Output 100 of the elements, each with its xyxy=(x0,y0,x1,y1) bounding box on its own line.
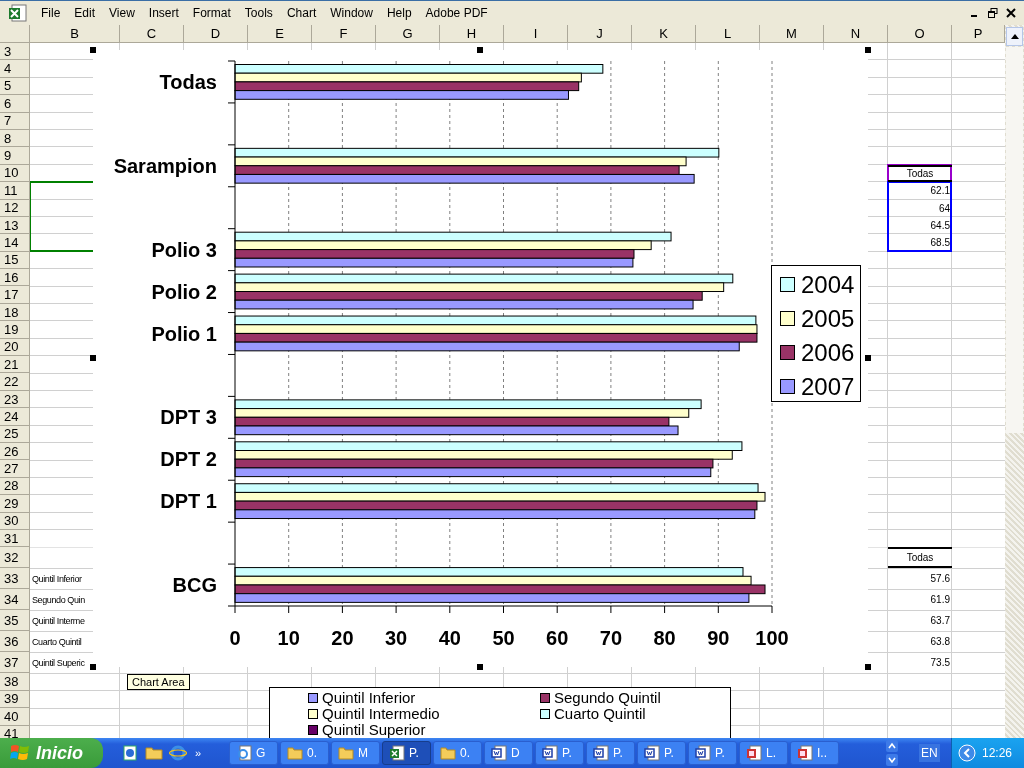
folder-icon[interactable] xyxy=(145,744,163,762)
column-header[interactable]: G xyxy=(376,25,440,43)
row-header[interactable]: 24 xyxy=(0,408,30,426)
row-header[interactable]: 14 xyxy=(0,234,30,252)
row-header[interactable]: 22 xyxy=(0,373,30,391)
scroll-down-icon[interactable] xyxy=(886,754,898,766)
row-header[interactable]: 29 xyxy=(0,495,30,513)
chevron-left-icon[interactable] xyxy=(958,744,976,762)
browser-icon[interactable] xyxy=(169,744,187,762)
spreadsheet-icon[interactable] xyxy=(8,3,28,23)
selection-handle[interactable] xyxy=(477,47,483,53)
row-header[interactable]: 32 xyxy=(0,547,30,569)
column-header[interactable]: I xyxy=(504,25,568,43)
tick-label: 20 xyxy=(331,627,354,649)
document-icon xyxy=(593,745,609,761)
taskbar-button[interactable]: L. xyxy=(739,741,788,765)
category-label: DPT 2 xyxy=(160,448,217,471)
row-header[interactable]: 19 xyxy=(0,321,30,339)
row-header[interactable]: 6 xyxy=(0,95,30,113)
menu-item[interactable]: Format xyxy=(185,4,238,22)
row-header[interactable]: 37 xyxy=(0,652,30,674)
menu-item[interactable]: Edit xyxy=(67,4,103,22)
tick-label: 40 xyxy=(438,627,461,649)
chart-background[interactable]: Todas Sarampion Polio 3 Polio 2 Polio 1 DPT 3 DPT 2 DPT 1 BCG 0 10 20 30 40 50 60 70 80 90 100 2004 2005 2006 2007 xyxy=(93,50,868,667)
category-label: Polio 3 xyxy=(151,238,217,261)
row-header[interactable]: 11 xyxy=(0,182,30,200)
selection-handle[interactable] xyxy=(90,664,96,670)
selection-handle[interactable] xyxy=(865,355,871,361)
column-header[interactable]: D xyxy=(184,25,248,43)
category-label: Polio 1 xyxy=(151,322,217,345)
scroll-up-icon[interactable] xyxy=(886,740,898,752)
taskbar-button[interactable]: D xyxy=(484,741,533,765)
up-arrow-icon[interactable] xyxy=(1010,34,1019,39)
row-header[interactable]: 38 xyxy=(0,673,30,691)
legend-box[interactable] xyxy=(771,265,861,402)
row-header[interactable]: 16 xyxy=(0,269,30,287)
taskbar-button[interactable]: P. xyxy=(382,741,431,765)
category-label: DPT 3 xyxy=(160,406,217,429)
menu-item[interactable]: View xyxy=(102,4,142,22)
column-header[interactable]: K xyxy=(632,25,696,43)
column-header[interactable]: O xyxy=(888,25,952,43)
row-header[interactable]: 9 xyxy=(0,147,30,165)
tick-label: 80 xyxy=(653,627,676,649)
taskbar-button[interactable]: P. xyxy=(688,741,737,765)
column-header[interactable]: H xyxy=(440,25,504,43)
column-header[interactable]: E xyxy=(248,25,312,43)
menu-item[interactable]: Help xyxy=(379,4,419,22)
category-label: BCG xyxy=(172,574,217,597)
category-label: Polio 2 xyxy=(151,280,217,303)
scrollbar[interactable] xyxy=(1005,25,1024,738)
restore-icon[interactable] xyxy=(988,8,998,18)
row-header[interactable]: 34 xyxy=(0,589,30,611)
taskbar-button[interactable]: 0. xyxy=(433,741,482,765)
row-header[interactable]: 4 xyxy=(0,60,30,78)
row-header[interactable]: 33 xyxy=(0,568,30,590)
selection-handle[interactable] xyxy=(865,47,871,53)
menu-item[interactable]: Tools xyxy=(237,4,280,22)
selection-handle[interactable] xyxy=(477,664,483,670)
column-header[interactable]: B xyxy=(30,25,120,43)
row-header[interactable]: 27 xyxy=(0,460,30,478)
row-header[interactable]: 21 xyxy=(0,356,30,374)
menu-item[interactable]: Insert xyxy=(141,4,186,22)
row-header[interactable]: 35 xyxy=(0,610,30,632)
column-header[interactable]: M xyxy=(760,25,824,43)
slides-icon xyxy=(746,745,762,761)
category-label: Todas xyxy=(159,70,217,93)
taskbar-button[interactable]: M xyxy=(331,741,380,765)
tick-label: 60 xyxy=(546,627,569,649)
tick-label: 50 xyxy=(492,627,515,649)
language-indicator[interactable]: EN xyxy=(919,744,940,762)
table-cell: Todas xyxy=(888,547,952,569)
row-header[interactable]: 17 xyxy=(0,286,30,304)
taskbar-button[interactable]: G xyxy=(229,741,278,765)
column-header[interactable]: F xyxy=(312,25,376,43)
tick-label: 90 xyxy=(707,627,730,649)
row-header[interactable]: 40 xyxy=(0,708,30,726)
selection-handle[interactable] xyxy=(865,664,871,670)
taskbar-button[interactable]: P. xyxy=(637,741,686,765)
clock: 12:26 xyxy=(982,746,1013,760)
column-header[interactable]: L xyxy=(696,25,760,43)
selection-handle[interactable] xyxy=(90,355,96,361)
column-header[interactable]: N xyxy=(824,25,888,43)
table-cell-text: 64 xyxy=(937,201,951,216)
taskbar-button[interactable]: P. xyxy=(586,741,635,765)
column-header[interactable]: J xyxy=(568,25,632,43)
column-header[interactable]: P xyxy=(952,25,1005,43)
menu-item[interactable]: Window xyxy=(323,4,380,22)
column-header[interactable]: C xyxy=(120,25,184,43)
taskbar-button[interactable]: P. xyxy=(535,741,584,765)
row-header[interactable]: 3 xyxy=(0,43,30,61)
selection-handle[interactable] xyxy=(90,47,96,53)
windows-flag-icon xyxy=(10,743,30,763)
more-chevron[interactable]: » xyxy=(195,747,202,759)
taskbar-button[interactable]: I.. xyxy=(790,741,839,765)
close-icon[interactable] xyxy=(1006,8,1016,18)
menu-item[interactable]: Adobe PDF xyxy=(418,4,495,22)
menu-item[interactable]: File xyxy=(34,4,68,22)
taskbar-button[interactable]: 0. xyxy=(280,741,329,765)
row-header[interactable]: 36 xyxy=(0,631,30,653)
menu-item[interactable]: Chart xyxy=(279,4,324,22)
